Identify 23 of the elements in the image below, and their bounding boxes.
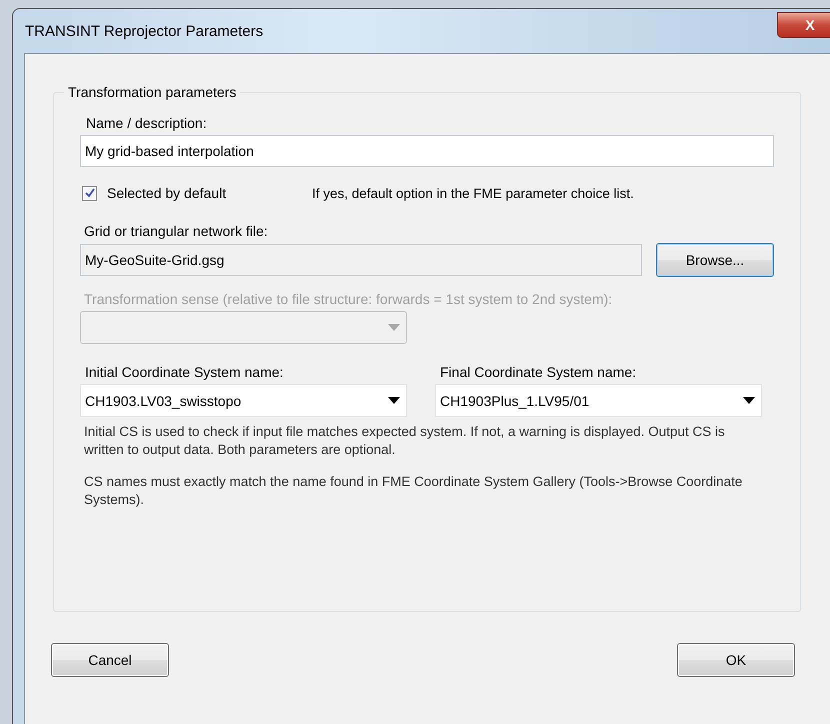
initial-cs-dropdown[interactable]: CH1903.LV03_swisstopo <box>80 384 407 417</box>
dropdown-arrow-icon <box>388 397 400 404</box>
final-cs-dropdown[interactable]: CH1903Plus_1.LV95/01 <box>435 384 762 417</box>
field-label: Name / description: <box>86 115 208 131</box>
field-label: Initial Coordinate System name: <box>85 364 284 380</box>
cancel-button[interactable]: Cancel <box>51 643 169 677</box>
field-label: Final Coordinate System name: <box>440 364 638 380</box>
ok-button[interactable]: OK <box>677 643 795 677</box>
hint-text: If yes, default option in the FME parameter choice list. <box>312 186 634 200</box>
checkbox[interactable] <box>82 186 97 200</box>
dropdown-arrow-icon <box>388 324 400 331</box>
help-text: Initial CS is used to check if input file matches expected system. If not, a warning is displayed. Output CS is written to output data. Both parameters are optional. <box>84 423 726 459</box>
browse-button[interactable]: Browse... <box>656 243 774 277</box>
checkbox-label[interactable]: Selected by default <box>107 185 312 201</box>
window-title: TRANSINT Reprojector Parameters <box>25 22 264 40</box>
file-field[interactable]: My-GeoSuite-Grid.gsg <box>80 244 642 276</box>
dropdown-arrow-icon <box>743 397 755 404</box>
help-text: CS names must exactly match the name found in FME Coordinate System Gallery (Tools->Browse Coordinate Systems). <box>84 473 744 509</box>
field-label: Transformation sense (relative to file structure: forwards = 1st system to 2nd system): <box>84 291 614 307</box>
name-field[interactable]: My grid-based interpolation <box>80 135 774 167</box>
group-title: Transformation parameters <box>64 84 240 100</box>
close-button[interactable]: X <box>777 12 830 38</box>
field-label: Grid or triangular network file: <box>84 223 269 239</box>
